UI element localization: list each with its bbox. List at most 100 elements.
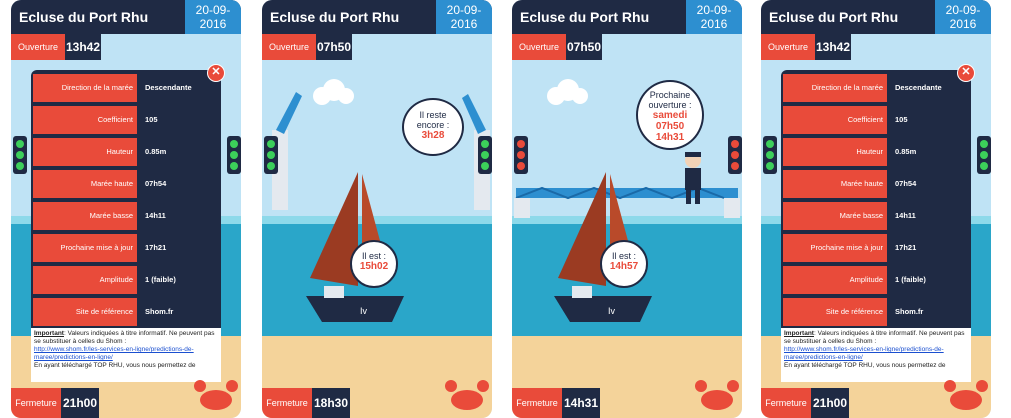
opening-time-bar: Ouverture 13h42 bbox=[11, 34, 241, 60]
info-row: Direction de la marée Descendante bbox=[783, 74, 969, 102]
screen-info-1: Ecluse du Port Rhu 20-09- 2016 Ouverture… bbox=[11, 0, 241, 418]
info-row: Marée haute 07h54 bbox=[783, 170, 969, 198]
screen-lock-open: Iv Ecluse du Port Rhu 20-09- 2016 Ouvert… bbox=[262, 0, 492, 418]
info-label: Amplitude bbox=[783, 266, 887, 294]
info-label: Prochaine mise à jour bbox=[33, 234, 137, 262]
info-label: Hauteur bbox=[783, 138, 887, 166]
traffic-light-right bbox=[227, 136, 241, 174]
info-label: Marée basse bbox=[783, 202, 887, 230]
bubble-text: Il est : bbox=[361, 251, 386, 261]
info-value: 14h11 bbox=[891, 202, 969, 230]
opening-time-bar: Ouverture 07h50 bbox=[262, 34, 492, 60]
info-row: Prochaine mise à jour 17h21 bbox=[783, 234, 969, 262]
crab-icon bbox=[944, 380, 988, 410]
bubble-text: Prochaine bbox=[649, 90, 691, 100]
app-title: Ecluse du Port Rhu bbox=[769, 9, 899, 25]
info-row: Direction de la marée Descendante bbox=[33, 74, 219, 102]
boat-number: Iv bbox=[360, 306, 368, 316]
bubble-text: encore : bbox=[416, 120, 450, 130]
info-row: Marée basse 14h11 bbox=[33, 202, 219, 230]
info-row: Site de référence Shom.fr bbox=[33, 298, 219, 326]
tide-info-panel: Direction de la marée Descendante Coeffic… bbox=[31, 70, 221, 382]
info-value: 1 (faible) bbox=[141, 266, 219, 294]
close-icon[interactable]: ✕ bbox=[207, 64, 225, 82]
disclaimer-strong: Important bbox=[784, 330, 814, 337]
cloud-icon bbox=[547, 79, 588, 105]
traffic-light-right bbox=[977, 136, 991, 174]
date-badge: 20-09- 2016 bbox=[436, 0, 492, 34]
opening-time-bar: Ouverture 13h42 bbox=[761, 34, 991, 60]
opening-time-bar: Ouverture 07h50 bbox=[512, 34, 742, 60]
app-title: Ecluse du Port Rhu bbox=[520, 9, 650, 25]
current-time-bubble: Il est : 15h02 bbox=[350, 240, 398, 288]
opening-time: 13h42 bbox=[65, 34, 101, 60]
info-value: Shom.fr bbox=[891, 298, 969, 326]
date-line-2: 2016 bbox=[700, 17, 728, 31]
closing-time: 21h00 bbox=[811, 388, 849, 418]
info-row: Coefficient 105 bbox=[783, 106, 969, 134]
info-row: Amplitude 1 (faible) bbox=[783, 266, 969, 294]
disclaimer-strong: Important bbox=[34, 330, 64, 337]
info-label: Direction de la marée bbox=[783, 74, 887, 102]
app-title: Ecluse du Port Rhu bbox=[270, 9, 400, 25]
opening-label: Ouverture bbox=[512, 34, 566, 60]
info-label: Site de référence bbox=[33, 298, 137, 326]
info-row: Amplitude 1 (faible) bbox=[33, 266, 219, 294]
info-value: Shom.fr bbox=[141, 298, 219, 326]
info-value: 105 bbox=[891, 106, 969, 134]
shom-link[interactable]: http://www.shom.fr/les-services-en-ligne… bbox=[784, 346, 944, 361]
close-icon[interactable]: ✕ bbox=[957, 64, 975, 82]
bubble-text: Il est : bbox=[611, 251, 636, 261]
opening-label: Ouverture bbox=[11, 34, 65, 60]
closing-time: 21h00 bbox=[61, 388, 99, 418]
traffic-light-left bbox=[514, 136, 528, 174]
bubble-text: Il reste bbox=[419, 110, 447, 120]
disclaimer-note: Important: Valeurs indiquées à titre inf… bbox=[781, 328, 971, 382]
screen-info-2: Ecluse du Port Rhu 20-09- 2016 Ouverture… bbox=[761, 0, 991, 418]
date-badge: 20-09- 2016 bbox=[185, 0, 241, 34]
date-badge: 20-09- 2016 bbox=[935, 0, 991, 34]
traffic-light-left bbox=[264, 136, 278, 174]
screen-lock-closed: Iv Ecluse du Port Rhu 20-09- 2016 Ouvert… bbox=[512, 0, 742, 418]
app-header: Ecluse du Port Rhu 20-09- 2016 bbox=[262, 0, 492, 34]
cloud-icon bbox=[313, 79, 354, 105]
date-line-2: 2016 bbox=[450, 17, 478, 31]
disclaimer-note: Important: Valeurs indiquées à titre inf… bbox=[31, 328, 221, 382]
next-opening-day: samedi bbox=[652, 110, 688, 121]
remaining-time-bubble: Il reste encore : 3h28 bbox=[402, 98, 464, 156]
opening-time: 13h42 bbox=[815, 34, 851, 60]
date-line-1: 20-09- bbox=[945, 3, 981, 17]
date-line-2: 2016 bbox=[949, 17, 977, 31]
current-time: 14h57 bbox=[609, 261, 639, 272]
current-time-bubble: Il est : 14h57 bbox=[600, 240, 648, 288]
lock-keeper-illustration bbox=[685, 152, 701, 204]
info-row: Prochaine mise à jour 17h21 bbox=[33, 234, 219, 262]
info-value: Descendante bbox=[891, 74, 969, 102]
app-header: Ecluse du Port Rhu 20-09- 2016 bbox=[512, 0, 742, 34]
opening-time: 07h50 bbox=[316, 34, 352, 60]
crab-icon bbox=[445, 380, 489, 410]
info-label: Marée haute bbox=[783, 170, 887, 198]
info-value: Descendante bbox=[141, 74, 219, 102]
info-row: Site de référence Shom.fr bbox=[783, 298, 969, 326]
disclaimer-more: En ayant téléchargé TOP RHU, vous nous p… bbox=[784, 362, 946, 369]
info-label: Hauteur bbox=[33, 138, 137, 166]
date-badge: 20-09- 2016 bbox=[686, 0, 742, 34]
traffic-light-right bbox=[478, 136, 492, 174]
remaining-time: 3h28 bbox=[421, 130, 445, 141]
info-value: 17h21 bbox=[891, 234, 969, 262]
info-label: Marée haute bbox=[33, 170, 137, 198]
info-row: Coefficient 105 bbox=[33, 106, 219, 134]
tide-info-panel: Direction de la marée Descendante Coeffic… bbox=[781, 70, 971, 382]
next-opening-bubble: Prochaine ouverture : samedi 07h50 14h31 bbox=[636, 80, 704, 150]
traffic-light-right bbox=[728, 136, 742, 174]
app-header: Ecluse du Port Rhu 20-09- 2016 bbox=[11, 0, 241, 34]
info-value: 1 (faible) bbox=[891, 266, 969, 294]
app-header: Ecluse du Port Rhu 20-09- 2016 bbox=[761, 0, 991, 34]
closing-label: Fermeture bbox=[761, 388, 811, 418]
info-value: 0.85m bbox=[891, 138, 969, 166]
info-label: Coefficient bbox=[783, 106, 887, 134]
shom-link[interactable]: http://www.shom.fr/les-services-en-ligne… bbox=[34, 346, 194, 361]
closing-time: 14h31 bbox=[562, 388, 600, 418]
info-row: Marée basse 14h11 bbox=[783, 202, 969, 230]
